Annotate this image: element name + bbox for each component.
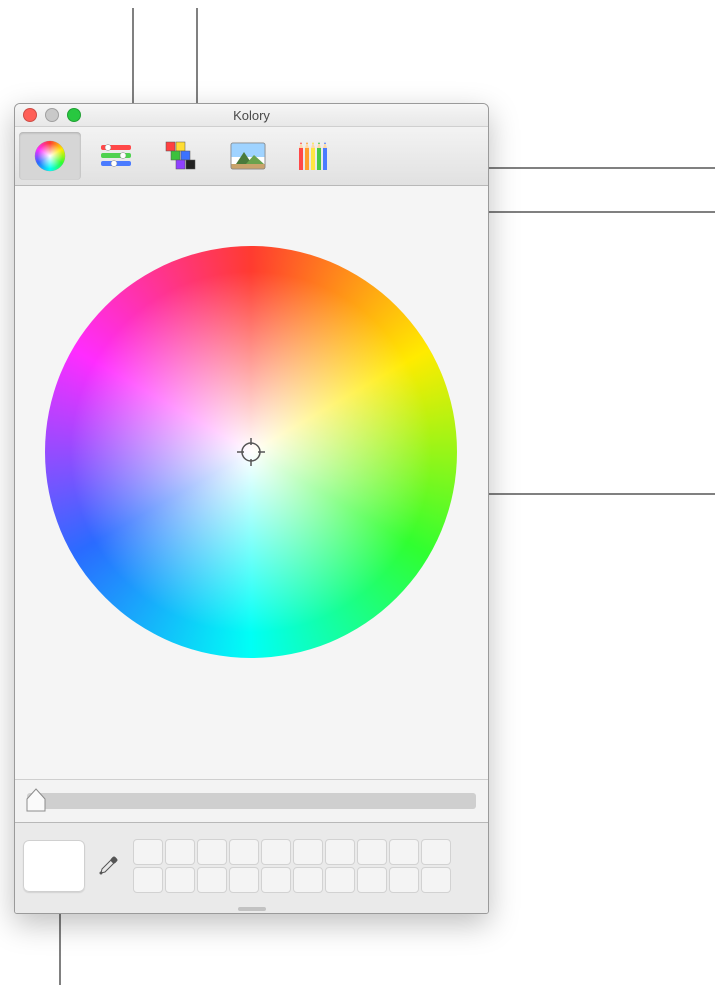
color-wheel-panel bbox=[15, 186, 488, 779]
brightness-slider-thumb[interactable] bbox=[25, 787, 47, 813]
swatch-cell[interactable] bbox=[325, 867, 355, 893]
tab-color-palettes[interactable] bbox=[151, 132, 213, 180]
tab-pencils[interactable] bbox=[283, 132, 345, 180]
pencils-icon bbox=[297, 140, 331, 172]
window-title: Kolory bbox=[15, 108, 488, 123]
swatch-cell[interactable] bbox=[421, 867, 451, 893]
swatch-cell[interactable] bbox=[421, 839, 451, 865]
zoom-button[interactable] bbox=[67, 108, 81, 122]
swatch-cell[interactable] bbox=[389, 867, 419, 893]
swatch-cell[interactable] bbox=[261, 839, 291, 865]
swatch-cell[interactable] bbox=[165, 867, 195, 893]
swatch-cell[interactable] bbox=[261, 867, 291, 893]
swatch-cell[interactable] bbox=[197, 867, 227, 893]
tab-image-palettes[interactable] bbox=[217, 132, 279, 180]
swatch-cell[interactable] bbox=[325, 839, 355, 865]
swatch-cell[interactable] bbox=[229, 867, 259, 893]
swatch-cell[interactable] bbox=[357, 839, 387, 865]
swatch-cell[interactable] bbox=[389, 839, 419, 865]
close-button[interactable] bbox=[23, 108, 37, 122]
swatch-cell[interactable] bbox=[293, 867, 323, 893]
palettes-icon bbox=[165, 141, 199, 171]
swatch-cell[interactable] bbox=[197, 839, 227, 865]
picker-mode-toolbar bbox=[15, 127, 488, 186]
color-wheel-icon bbox=[33, 139, 67, 173]
brightness-slider-row bbox=[15, 779, 488, 822]
tab-color-sliders[interactable] bbox=[85, 132, 147, 180]
swatch-cell[interactable] bbox=[165, 839, 195, 865]
resize-grip[interactable] bbox=[238, 907, 266, 911]
titlebar: Kolory bbox=[15, 104, 488, 127]
swatches-panel bbox=[15, 822, 488, 913]
colors-window: Kolory bbox=[14, 103, 489, 914]
swatch-cell[interactable] bbox=[293, 839, 323, 865]
eyedropper-icon bbox=[97, 853, 121, 880]
swatch-cell[interactable] bbox=[357, 867, 387, 893]
swatch-cell[interactable] bbox=[229, 839, 259, 865]
color-wheel[interactable] bbox=[45, 246, 457, 658]
traffic-lights bbox=[23, 108, 81, 122]
image-icon bbox=[230, 142, 266, 170]
sliders-icon bbox=[99, 142, 133, 170]
eyedropper-button[interactable] bbox=[95, 852, 123, 880]
brightness-slider[interactable] bbox=[27, 793, 476, 809]
minimize-button[interactable] bbox=[45, 108, 59, 122]
saved-swatches-grid bbox=[133, 839, 451, 893]
tab-color-wheel[interactable] bbox=[19, 132, 81, 180]
swatch-cell[interactable] bbox=[133, 867, 163, 893]
swatch-cell[interactable] bbox=[133, 839, 163, 865]
color-wheel-cursor-icon bbox=[237, 438, 265, 466]
current-color-swatch[interactable] bbox=[23, 840, 85, 892]
